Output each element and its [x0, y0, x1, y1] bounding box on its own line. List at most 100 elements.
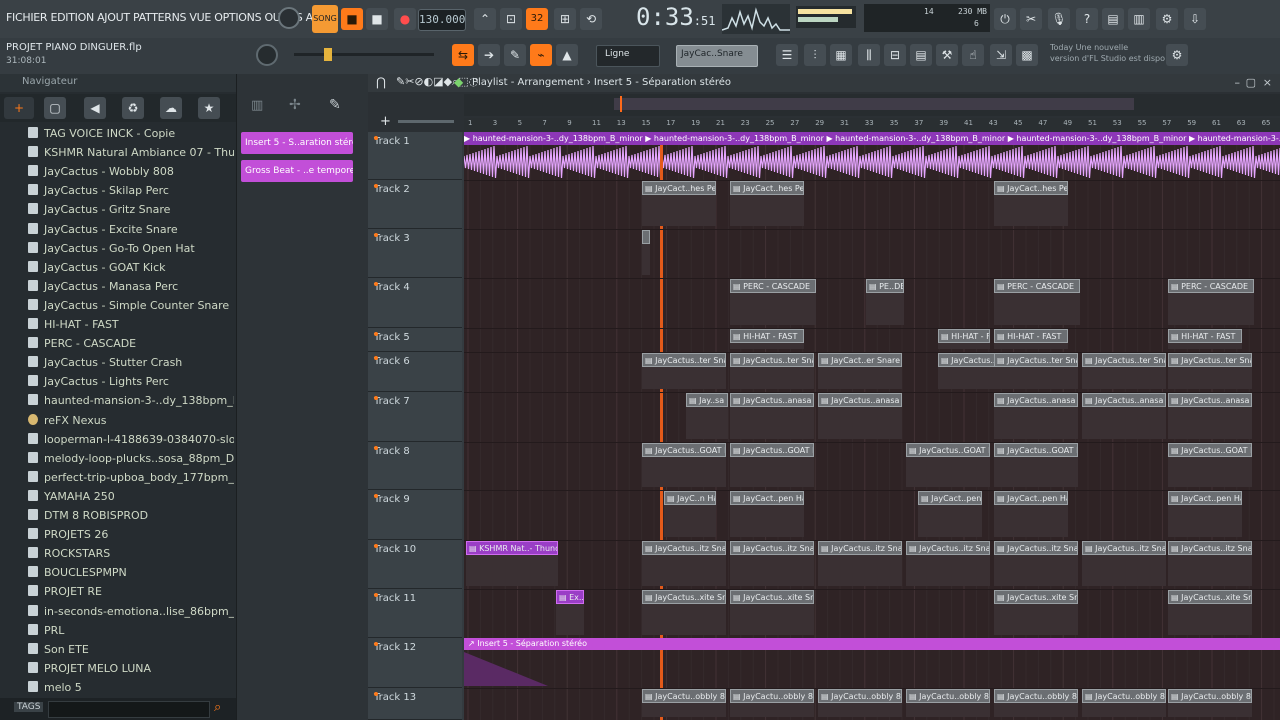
mixer-icon[interactable]: ⫼ [858, 44, 880, 66]
browser-item[interactable]: JayCactus - Stutter Crash [28, 353, 234, 372]
pattern-clip[interactable]: ▤ JayCact..pen Hat [730, 491, 804, 505]
download-icon[interactable]: ⇩ [1184, 8, 1206, 30]
picker-clip-1[interactable]: Insert 5 - S..aration stéréo [241, 132, 353, 154]
play-button[interactable]: ■ [341, 8, 363, 30]
overview-strip[interactable] [464, 94, 1280, 116]
pattern-clip[interactable]: ▤ JayCactus..ter Snare [730, 353, 814, 367]
track-header[interactable]: Track 5 [368, 328, 462, 352]
pattern-clip[interactable] [642, 230, 650, 244]
browser-tab-plugins[interactable]: ♻ [122, 97, 144, 119]
paint-icon[interactable]: ⌁ [530, 44, 552, 66]
metronome-icon[interactable]: ⌃ [474, 8, 496, 30]
picker-pencil-icon[interactable]: ✎ [329, 97, 341, 113]
pencil-icon[interactable]: ✎ [504, 44, 526, 66]
browser-item[interactable]: JayCactus - Excite Snare [28, 220, 234, 239]
browser-item[interactable]: PRL [28, 621, 234, 640]
track-mute-led[interactable] [374, 184, 378, 188]
browser-tab-all[interactable]: + [4, 97, 34, 119]
browser-item[interactable]: JayCactus - Lights Perc [28, 372, 234, 391]
playlist-magnet-icon[interactable]: ⋂ [376, 75, 386, 89]
piano-roll-icon[interactable]: ▦ [830, 44, 852, 66]
track-mute-led[interactable] [374, 233, 378, 237]
browser-item[interactable]: BOUCLESPMPN [28, 563, 234, 582]
pattern-clip[interactable]: ▤ PE..DE [866, 279, 904, 293]
pattern-clip[interactable]: ▤ JayCactus..xite Snare [642, 590, 726, 604]
pattern-clip[interactable]: ▤ JayCact..hes Perc [642, 181, 716, 195]
automation-clip[interactable]: ↗ Insert 5 - Séparation stéréo [464, 638, 1280, 650]
browser-icon[interactable]: ▤ [910, 44, 932, 66]
pattern-clip[interactable]: ▤ JayCactus..ter Snare [642, 353, 726, 367]
pattern-clip[interactable]: ▤ JayCactu..obbly 808 [1168, 689, 1252, 703]
browser-item[interactable]: looperman-l-4188639-0384070-slowly [28, 430, 234, 449]
browser-item[interactable]: TAG VOICE INCK - Copie [28, 124, 234, 143]
pattern-clip[interactable]: ▤ JayCactus..itz Snare [994, 541, 1078, 555]
minimize-icon[interactable]: – [1235, 76, 1241, 89]
browser-item[interactable]: PROJETS 26 [28, 525, 234, 544]
playlist-tools-icon[interactable]: ✎✂⊘◐◪◆⌕⬚◌ [396, 75, 478, 89]
browser-item[interactable]: in-seconds-emotiona..lise_86bpm_F_minor [28, 602, 234, 621]
help-icon[interactable]: ? [1076, 8, 1098, 30]
track-header[interactable]: Track 12 [368, 638, 462, 688]
pattern-clip[interactable]: ▤ JayCact..er Snare [818, 353, 902, 367]
browser-item[interactable]: KSHMR Natural Ambiance 07 - Thunder [28, 143, 234, 162]
track-mute-led[interactable] [374, 356, 378, 360]
track-header[interactable]: Track 10 [368, 540, 462, 589]
tags-label[interactable]: TAGS [14, 702, 44, 712]
plugin-db-icon[interactable]: ⚒ [936, 44, 958, 66]
pattern-clip[interactable]: ▤ JayCact..pen Hat [1168, 491, 1242, 505]
track-mute-led[interactable] [374, 593, 378, 597]
picker-clip-2[interactable]: Gross Beat - ..e tempore [241, 160, 353, 182]
track-mute-led[interactable] [374, 396, 378, 400]
pattern-clip[interactable]: ▤ Ex.. [556, 590, 584, 604]
power-icon[interactable]: ⏻ [994, 8, 1016, 30]
browser-item[interactable]: JayCactus - Wobbly 808 [28, 162, 234, 181]
browser-item[interactable]: ROCKSTARS [28, 544, 234, 563]
wait-input-icon[interactable]: ⊡ [500, 8, 522, 30]
snap-select[interactable]: Ligne [596, 45, 660, 67]
blend-notes-icon[interactable]: ⊞ [554, 8, 576, 30]
pattern-clip[interactable]: ▤ JayCactus..itz Snare [818, 541, 902, 555]
track-mute-led[interactable] [374, 332, 378, 336]
pattern-clip[interactable]: ▤ JayCactus..xite Snare [730, 590, 814, 604]
browser-item[interactable]: PROJET MELO LUNA [28, 659, 234, 678]
pattern-clip[interactable]: ▤ JayCactu..obbly 808 [994, 689, 1078, 703]
track-row[interactable] [464, 490, 1280, 541]
track-header[interactable]: Track 8 [368, 442, 462, 490]
pitch-knob[interactable] [256, 44, 278, 66]
track-header[interactable]: Track 9 [368, 490, 462, 540]
track-row[interactable] [464, 589, 1280, 639]
touch-icon[interactable]: ☝ [962, 44, 984, 66]
pattern-select[interactable]: JayCac..Snare [676, 45, 758, 67]
track-row[interactable] [464, 442, 1280, 491]
pattern-clip[interactable]: ▤ JayCactus..GOAT Kick [642, 443, 726, 457]
browser-item[interactable]: melo 5 [28, 678, 234, 697]
browser-item[interactable]: JayCactus - GOAT Kick [28, 258, 234, 277]
timeline-ruler[interactable]: 1 3 5 7 9 11 13 15 17 19 21 23 25 27 29 31 33 35 37 39 41 43 4… [464, 118, 1280, 132]
pattern-clip[interactable]: ▤ JayCact..hes Perc [994, 181, 1068, 195]
pattern-clip[interactable]: ▤ PERC - CASCADE [730, 279, 816, 293]
export-icon[interactable]: ▥ [1128, 8, 1150, 30]
pattern-clip[interactable]: ▤ JayCactus..itz Snare [642, 541, 726, 555]
track-mute-led[interactable] [374, 692, 378, 696]
browser-item[interactable]: PERC - CASCADE [28, 334, 234, 353]
browser-item[interactable]: HI-HAT - FAST [28, 315, 234, 334]
browser-item[interactable]: YAMAHA 250 [28, 487, 234, 506]
maximize-icon[interactable]: ▢ [1246, 76, 1256, 89]
browser-item[interactable]: melody-loop-plucks..sosa_88pm_D#_minor [28, 449, 234, 468]
pattern-clip[interactable]: ▤ JayCact..pen Hat [994, 491, 1068, 505]
pattern-clip[interactable]: ▤ JayCactus..itz Snare [730, 541, 814, 555]
browser-item[interactable]: perfect-trip-upboa_body_177bpm_B_minor [28, 468, 234, 487]
browser-item[interactable]: reFX Nexus [28, 411, 234, 430]
channel-rack-icon[interactable]: ⫶ [804, 44, 826, 66]
browser-item[interactable]: Son ETE [28, 640, 234, 659]
track-header[interactable]: Track 4 [368, 278, 462, 328]
browser-item[interactable]: JayCactus - Simple Counter Snare [28, 296, 234, 315]
pattern-clip[interactable]: ▤ JayCactus..xite Snare [994, 590, 1078, 604]
audio-clip-header[interactable]: ▶ haunted-mansion-3-..dy_138bpm_B_minor … [464, 132, 1280, 145]
arrow-right-icon[interactable]: ➔ [478, 44, 500, 66]
browser-item[interactable]: haunted-mansion-3-..dy_138bpm_B_minor [28, 391, 234, 410]
pattern-clip[interactable]: ▤ JayCactus..anasa Perc [818, 393, 902, 407]
track-header[interactable]: Track 6 [368, 352, 462, 392]
pattern-clip[interactable]: ▤ Jay..sa [686, 393, 728, 407]
pattern-clip[interactable]: ▤ HI-HAT - FAST [1168, 329, 1242, 343]
